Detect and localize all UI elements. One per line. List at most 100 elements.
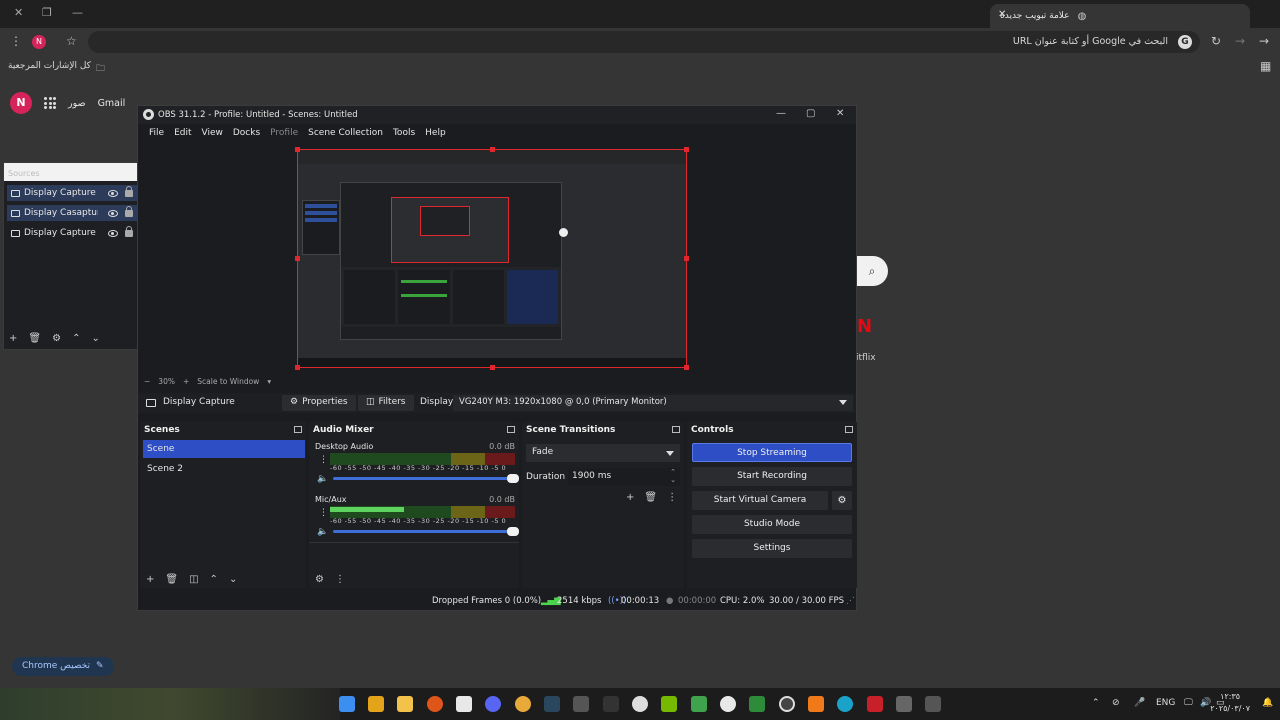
all-bookmarks[interactable]: 🗀 كل الإشارات المرجعية xyxy=(8,61,105,77)
speaker-icon[interactable]: 🔈 xyxy=(317,527,328,537)
studio-mode-button[interactable]: Studio Mode xyxy=(692,515,852,534)
menu-docks[interactable]: Docks xyxy=(228,126,265,142)
source-item[interactable]: Display Capture xyxy=(7,185,138,201)
resize-grip-icon[interactable]: ⋰ xyxy=(846,596,855,606)
scale-mode-chevron-icon[interactable]: ▾ xyxy=(267,377,271,386)
edge-icon[interactable] xyxy=(837,696,853,712)
advanced-audio-gear-icon[interactable]: ⚙ xyxy=(315,574,324,585)
filters-button[interactable]: ◫ Filters xyxy=(358,395,414,411)
source-item[interactable]: Display Capture xyxy=(7,225,138,241)
scene-filters-icon[interactable]: ◫ xyxy=(189,574,198,585)
scene-item[interactable]: Scene xyxy=(143,440,305,458)
epic-games-icon[interactable] xyxy=(603,696,619,712)
add-scene-icon[interactable]: + xyxy=(146,574,154,585)
window-restore-icon[interactable]: ❐ xyxy=(42,6,52,19)
app-icon[interactable] xyxy=(896,696,912,712)
reload-icon[interactable]: ↻ xyxy=(1211,34,1221,48)
resize-handle[interactable] xyxy=(295,147,300,152)
remove-transition-icon[interactable]: 🗑 xyxy=(644,492,657,503)
volume-slider[interactable] xyxy=(333,527,519,536)
speaker-icon[interactable]: 🔈 xyxy=(317,474,328,484)
chrome-icon[interactable] xyxy=(515,696,531,712)
duration-input[interactable]: 1900 ms ⌃ ⌄ xyxy=(568,468,680,486)
microphone-icon[interactable]: 🎤 xyxy=(1134,698,1145,708)
settings-button[interactable]: Settings xyxy=(692,539,852,558)
add-source-icon[interactable]: + xyxy=(9,333,17,344)
menu-help[interactable]: Help xyxy=(420,126,451,142)
dock-float-icon[interactable] xyxy=(507,426,515,433)
display-select[interactable]: VG240Y M3: 1920x1080 @ 0,0 (Primary Moni… xyxy=(453,395,853,411)
resize-handle[interactable] xyxy=(295,256,300,261)
obs-taskbar-icon[interactable] xyxy=(779,696,795,712)
channel-menu-icon[interactable]: ⋮ xyxy=(319,508,328,518)
chrome-tab[interactable]: ◍ علامة تبويب جديدة ✕ xyxy=(990,4,1250,28)
tray-chevron-icon[interactable]: ⌃ xyxy=(1092,698,1100,708)
preview-area[interactable] xyxy=(138,143,844,376)
source-properties-gear-icon[interactable]: ⚙ xyxy=(52,333,61,344)
app-icon[interactable] xyxy=(867,696,883,712)
clock[interactable]: ١٢:٣٥ ٢٠٢٥/٠٣/٠٧ xyxy=(1210,691,1250,715)
scene-item[interactable]: Scene 2 xyxy=(143,460,305,478)
xbox-icon[interactable] xyxy=(720,696,736,712)
start-menu-icon[interactable] xyxy=(339,696,355,712)
tray-app-icon[interactable]: ⊘ xyxy=(1112,698,1120,708)
google-apps-icon[interactable] xyxy=(44,97,56,109)
dock-float-icon[interactable] xyxy=(294,426,302,433)
volume-slider[interactable] xyxy=(333,474,519,483)
resize-handle[interactable] xyxy=(490,365,495,370)
language-indicator[interactable]: ENG xyxy=(1156,698,1175,708)
bookmark-star-icon[interactable]: ☆ xyxy=(66,34,77,48)
chrome-menu-icon[interactable]: ⋮ xyxy=(10,34,22,48)
move-up-icon[interactable]: ⌃ xyxy=(210,574,218,585)
obs-close-icon[interactable]: ✕ xyxy=(836,108,844,119)
resize-handle[interactable] xyxy=(684,365,689,370)
start-recording-button[interactable]: Start Recording xyxy=(692,467,852,486)
obs-minimize-icon[interactable]: — xyxy=(776,108,786,119)
images-link[interactable]: صور xyxy=(68,98,86,109)
gmail-link[interactable]: Gmail xyxy=(98,98,126,109)
source-item[interactable]: Display Casapture 2 xyxy=(7,205,138,221)
resize-handle[interactable] xyxy=(295,365,300,370)
window-close-icon[interactable]: ✕ xyxy=(14,6,23,19)
dock-float-icon[interactable] xyxy=(845,426,853,433)
visibility-eye-icon[interactable] xyxy=(108,209,118,217)
notifications-icon[interactable]: 🔔 xyxy=(1262,698,1273,708)
start-virtual-camera-button[interactable]: Start Virtual Camera xyxy=(692,491,828,510)
remove-source-icon[interactable]: 🗑 xyxy=(28,333,41,344)
omnibox[interactable]: البحث في Google أو كتابة عنوان URL G xyxy=(88,31,1200,53)
lock-icon[interactable] xyxy=(125,225,133,237)
app-icon[interactable] xyxy=(456,696,472,712)
scale-mode[interactable]: Scale to Window xyxy=(197,377,259,386)
netflix-shortcut-label[interactable]: itflix xyxy=(856,353,876,363)
app-icon[interactable] xyxy=(925,696,941,712)
mixer-menu-icon[interactable]: ⋮ xyxy=(335,574,345,585)
back-icon[interactable]: → xyxy=(1259,34,1269,48)
ntp-avatar[interactable]: N xyxy=(10,92,32,114)
resize-handle[interactable] xyxy=(684,147,689,152)
zoom-in-icon[interactable]: + xyxy=(183,377,189,386)
app-icon[interactable] xyxy=(691,696,707,712)
menu-scene-collection[interactable]: Scene Collection xyxy=(303,126,388,142)
menu-edit[interactable]: Edit xyxy=(169,126,196,142)
transition-select[interactable]: Fade xyxy=(526,444,680,462)
duration-stepper-icon[interactable]: ⌃ ⌄ xyxy=(670,468,676,484)
move-down-icon[interactable]: ⌄ xyxy=(91,333,99,344)
menu-file[interactable]: File xyxy=(144,126,169,142)
lock-icon[interactable] xyxy=(125,185,133,197)
zoom-out-icon[interactable]: − xyxy=(144,377,150,386)
virtual-camera-gear-icon[interactable]: ⚙ xyxy=(832,491,852,510)
lock-icon[interactable] xyxy=(125,205,133,217)
menu-view[interactable]: View xyxy=(197,126,228,142)
move-up-icon[interactable]: ⌃ xyxy=(72,333,80,344)
nvidia-icon[interactable] xyxy=(661,696,677,712)
stop-streaming-button[interactable]: Stop Streaming xyxy=(692,443,852,462)
search-icon[interactable] xyxy=(632,696,648,712)
remove-scene-icon[interactable]: 🗑 xyxy=(165,574,178,585)
app-icon[interactable] xyxy=(368,696,384,712)
add-transition-icon[interactable]: + xyxy=(626,492,634,503)
profile-avatar[interactable]: N xyxy=(32,35,46,49)
transition-menu-icon[interactable]: ⋮ xyxy=(667,492,677,503)
resize-handle[interactable] xyxy=(490,147,495,152)
netflix-shortcut-icon[interactable]: N xyxy=(857,316,872,337)
app-icon[interactable] xyxy=(573,696,589,712)
